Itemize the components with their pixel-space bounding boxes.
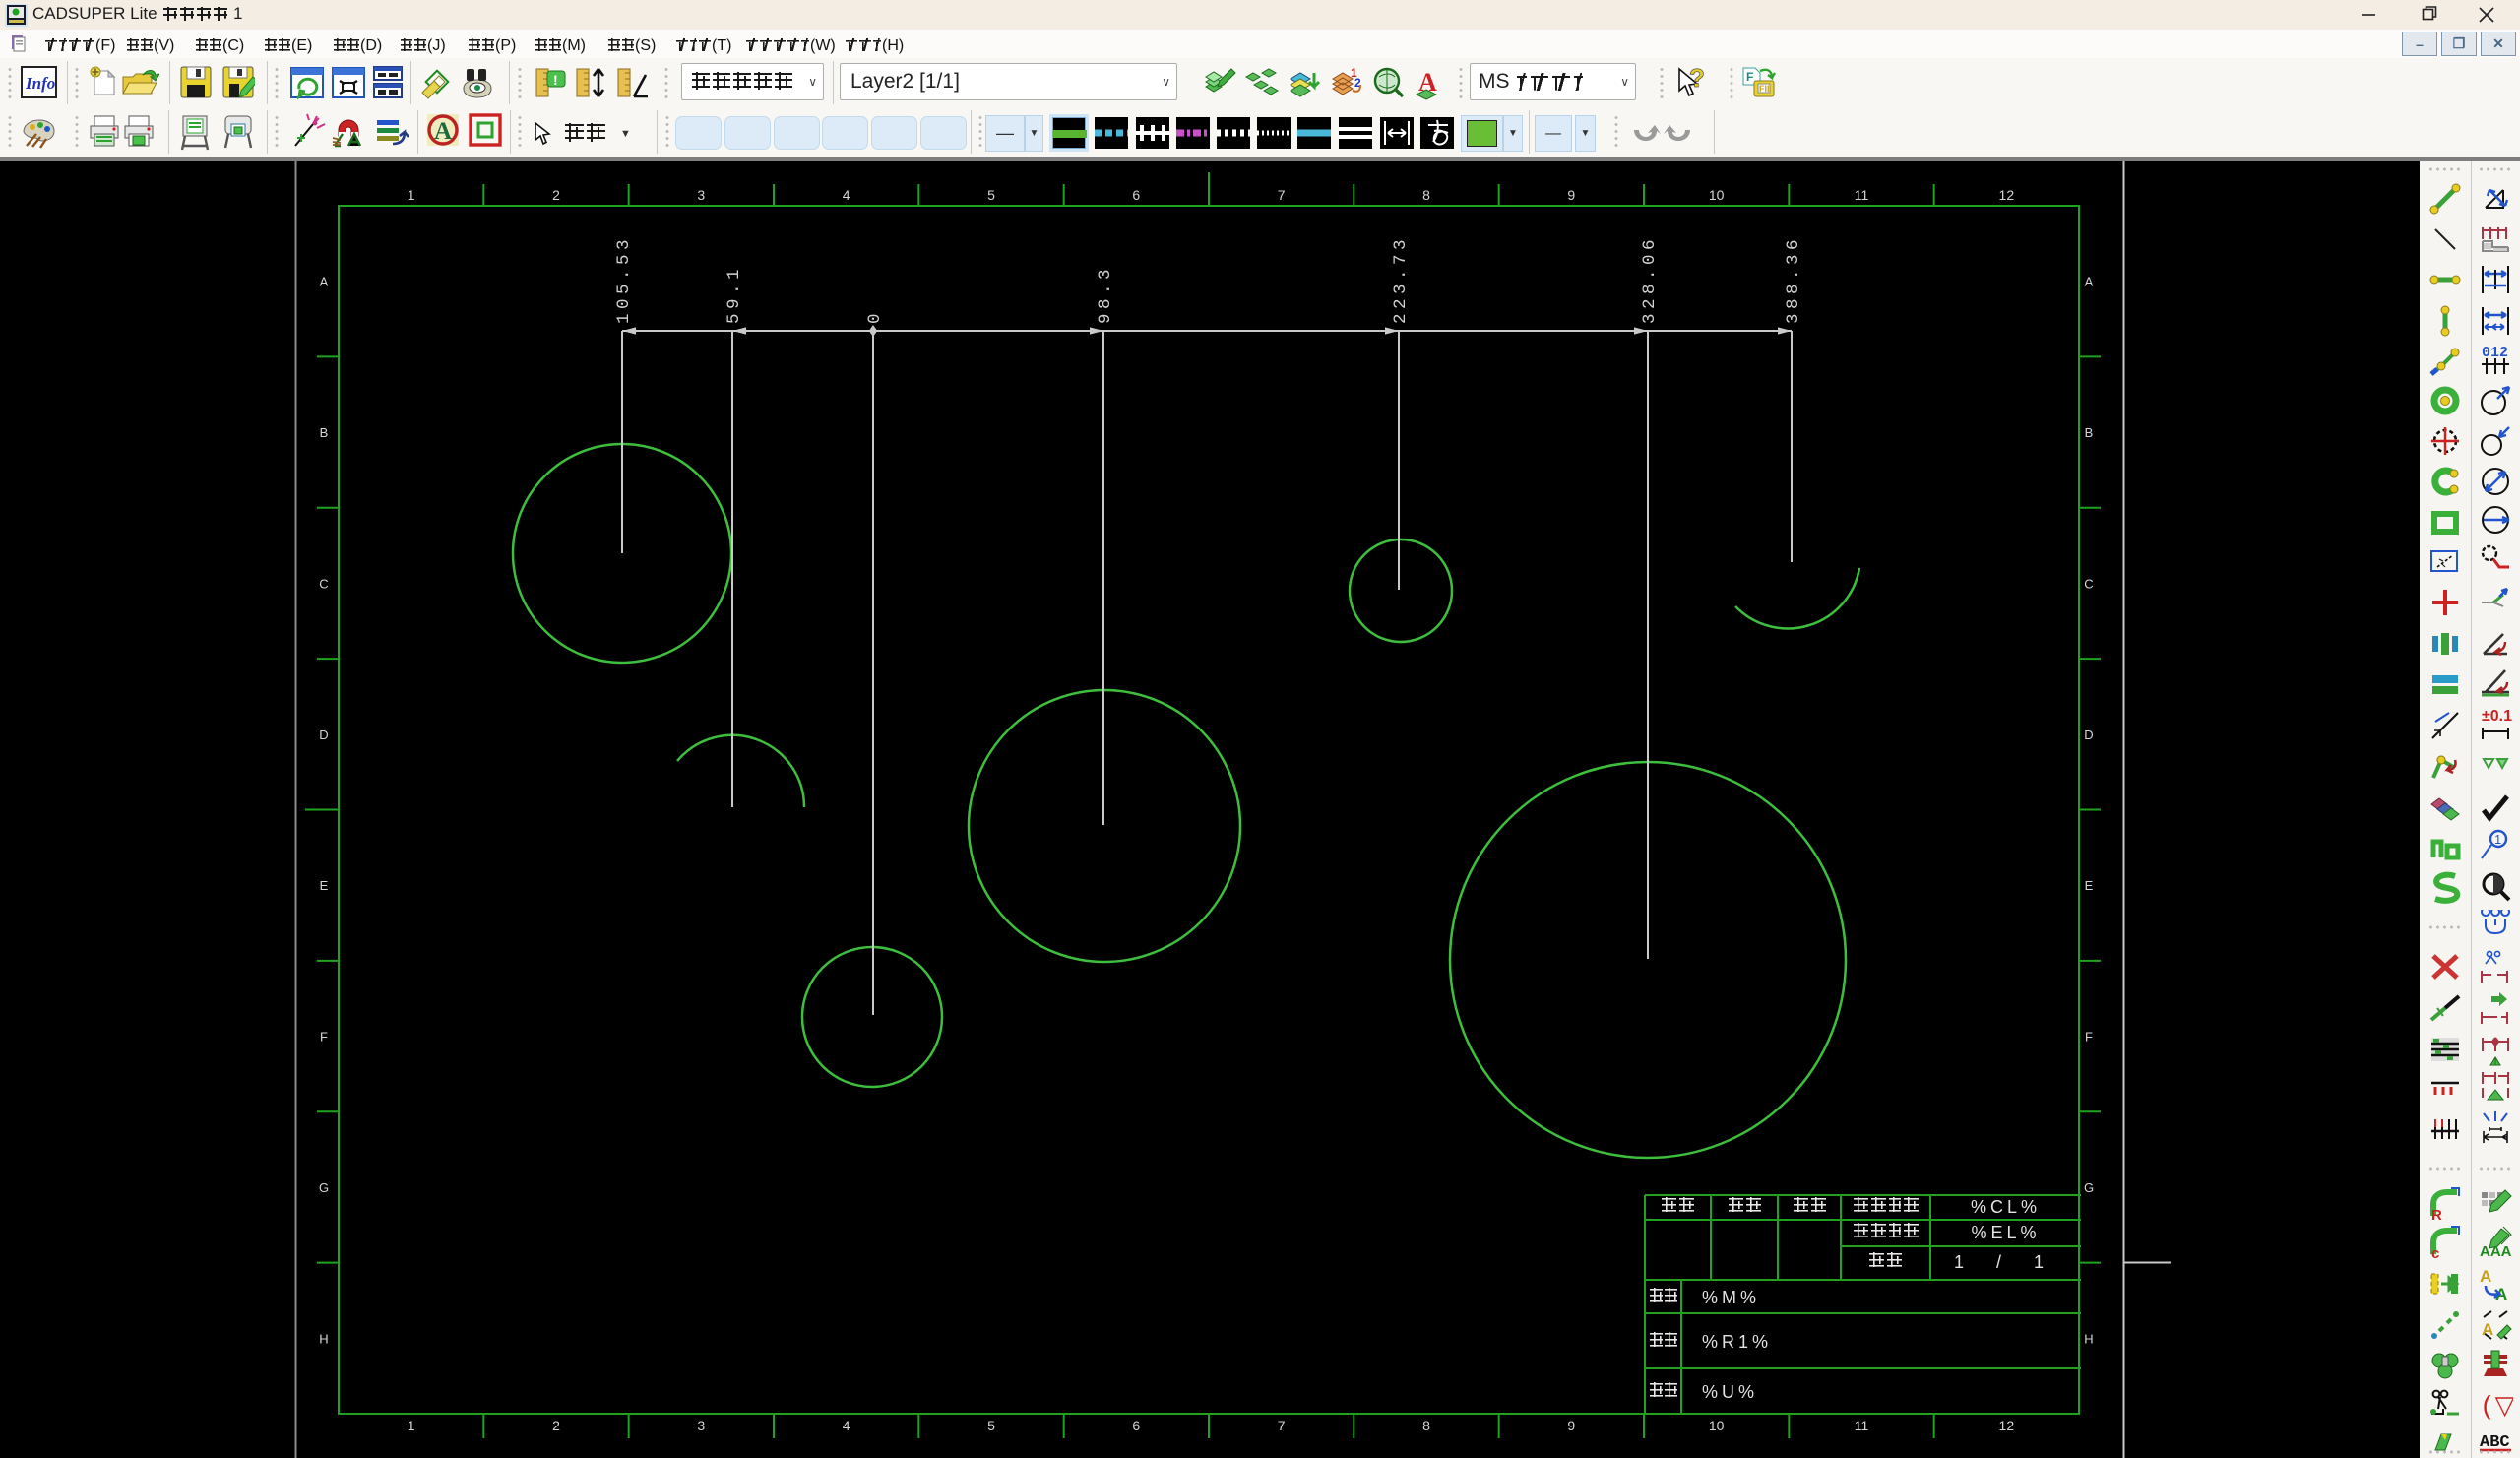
svg-text:(▽): (▽) bbox=[2480, 1392, 2513, 1422]
svg-text:A: A bbox=[2482, 1320, 2493, 1339]
svg-text:R: R bbox=[2431, 1207, 2442, 1222]
svg-text:1: 1 bbox=[2494, 832, 2501, 847]
svg-text:AAA: AAA bbox=[2480, 1243, 2512, 1260]
svg-text:A: A bbox=[2480, 1267, 2491, 1286]
svg-text:±0.1: ±0.1 bbox=[2482, 708, 2512, 725]
svg-text:c: c bbox=[2431, 1245, 2439, 1260]
